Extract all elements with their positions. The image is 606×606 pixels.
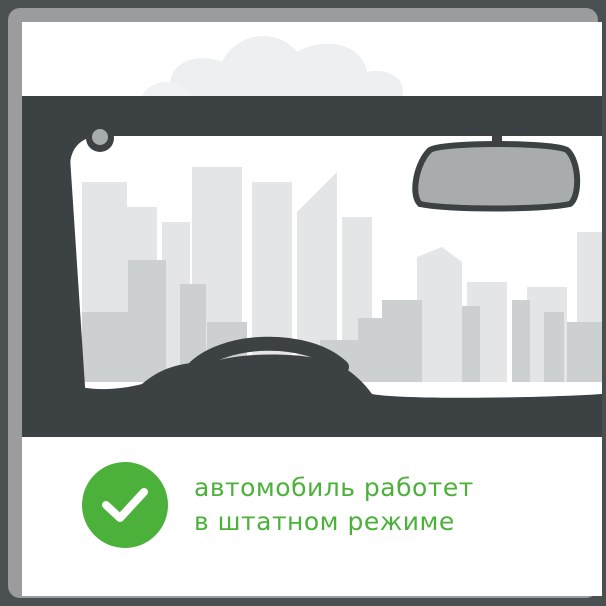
card-body: автомобиль работет в штатном режиме	[22, 22, 602, 596]
notification-card-root: автомобиль работет в штатном режиме	[0, 0, 606, 606]
checkmark-circle-icon	[82, 462, 168, 548]
status-block: автомобиль работет в штатном режиме	[82, 462, 474, 548]
status-line-2: в штатном режиме	[194, 507, 455, 536]
car-interior-illustration	[22, 22, 602, 437]
status-message: автомобиль работет в штатном режиме	[194, 471, 474, 539]
status-line-1: автомобиль работет	[194, 473, 474, 502]
